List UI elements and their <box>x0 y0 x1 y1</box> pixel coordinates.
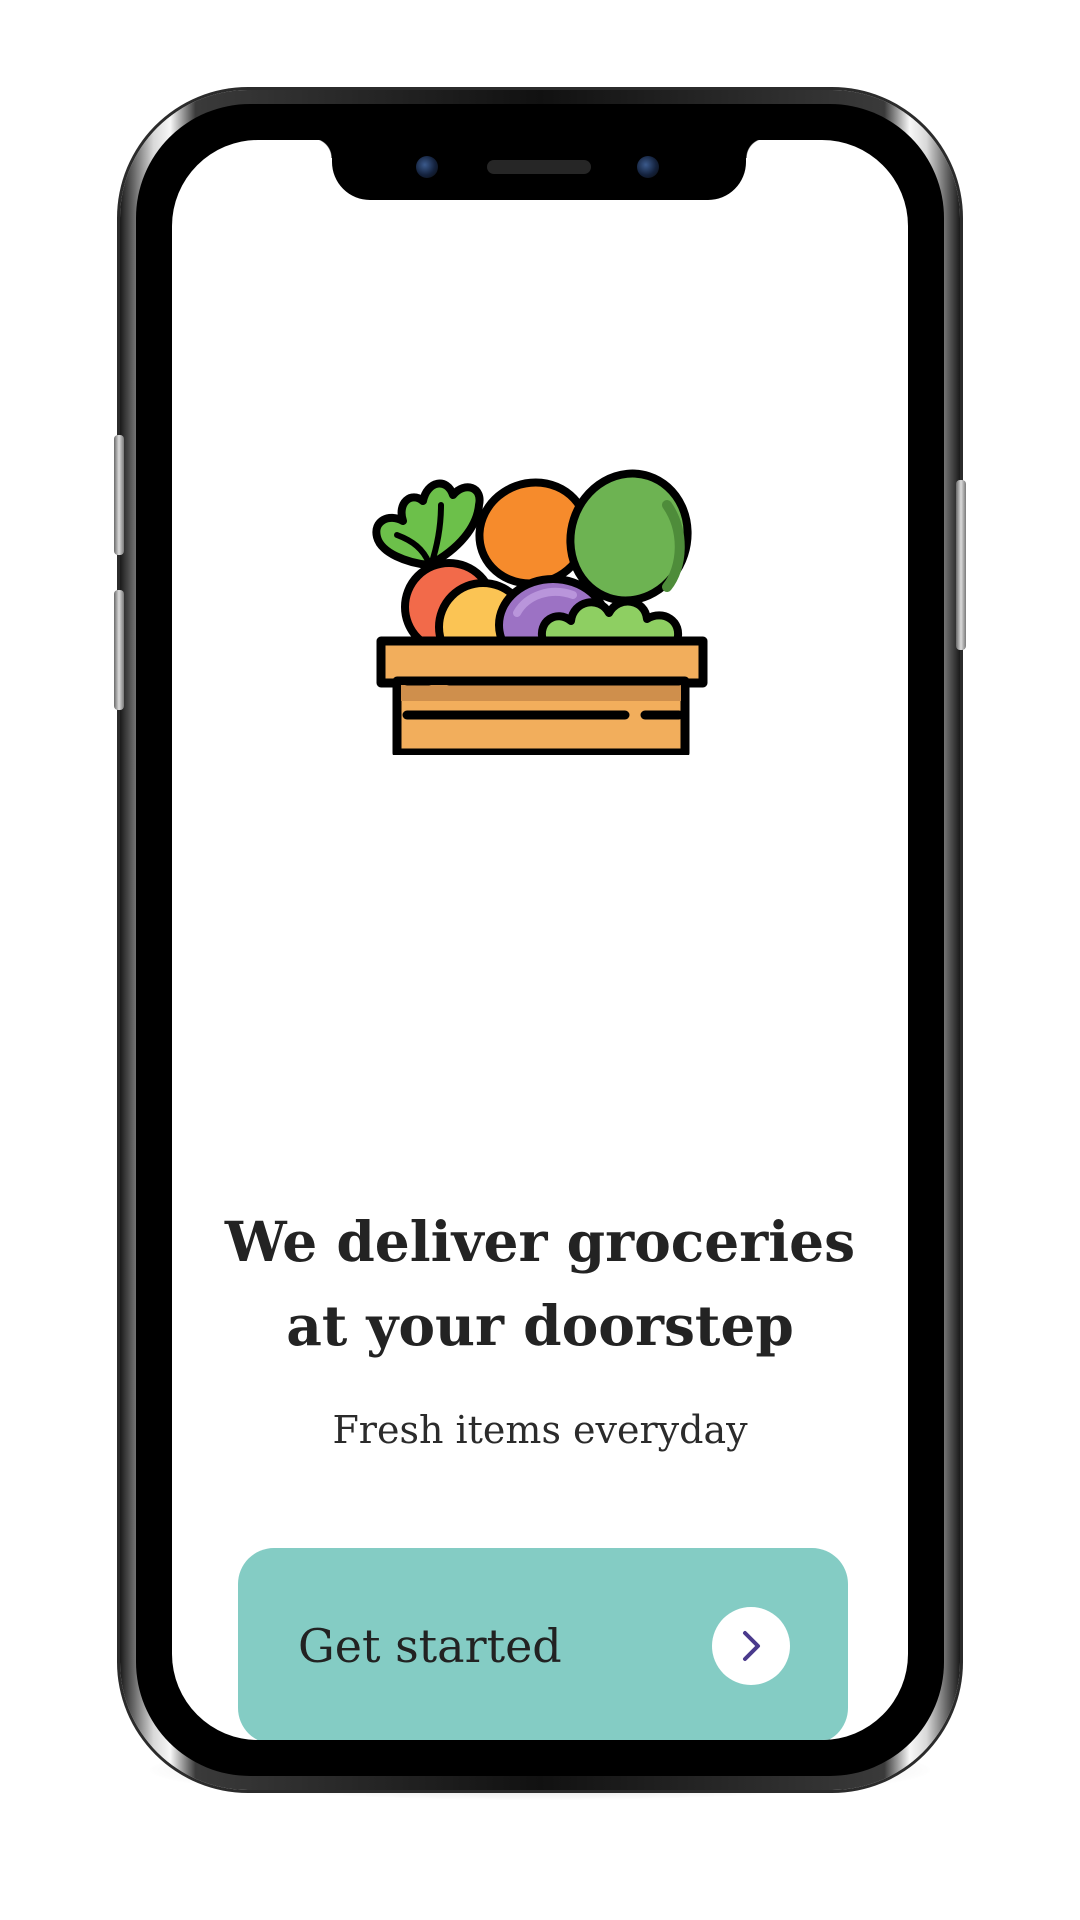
front-camera-icon <box>416 156 438 178</box>
grocery-crate-icon <box>372 469 708 755</box>
app-screen: We deliver groceries at your doorstep Fr… <box>172 140 908 1740</box>
phone-frame: We deliver groceries at your doorstep Fr… <box>114 90 966 1790</box>
chevron-right-icon <box>712 1607 790 1685</box>
earpiece-speaker <box>487 160 591 174</box>
headline-line-2: at your doorstep <box>286 1293 794 1358</box>
headline-line-1: We deliver groceries <box>224 1209 856 1274</box>
phone-volume-button <box>114 590 124 710</box>
get-started-button[interactable]: Get started <box>238 1548 848 1740</box>
phone-power-button <box>956 480 966 650</box>
phone-silent-switch <box>114 435 124 555</box>
get-started-label: Get started <box>298 1619 562 1673</box>
phone-notch <box>312 140 766 200</box>
mockup-stage: We deliver groceries at your doorstep Fr… <box>0 0 1080 1920</box>
onboarding-subtitle: Fresh items everyday <box>332 1408 748 1452</box>
onboarding-headline: We deliver groceries at your doorstep <box>172 1200 908 1368</box>
sensor-icon <box>637 156 659 178</box>
